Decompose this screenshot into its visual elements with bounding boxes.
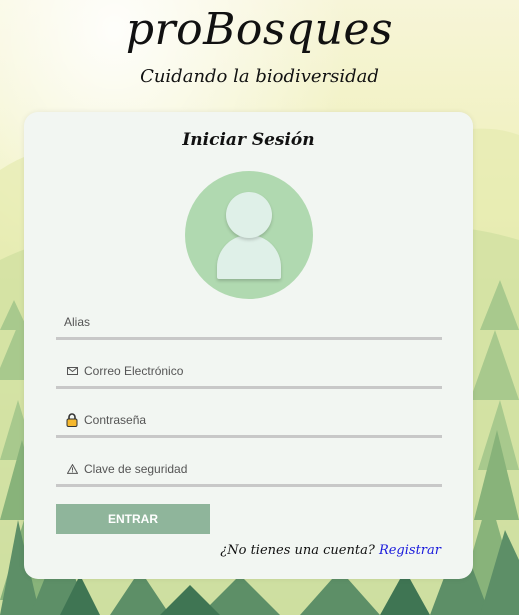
warning-icon bbox=[64, 464, 80, 474]
password-input[interactable] bbox=[84, 408, 442, 432]
brand-subtitle: Cuidando la biodiversidad bbox=[140, 66, 379, 87]
email-input[interactable] bbox=[84, 359, 442, 383]
brand-title: proBosques bbox=[125, 4, 394, 55]
alias-input[interactable] bbox=[56, 310, 442, 334]
envelope-icon bbox=[64, 367, 80, 375]
register-prompt: ¿No tienes una cuenta? Registrar bbox=[220, 543, 441, 558]
password-field-wrapper bbox=[56, 405, 442, 438]
no-account-text: ¿No tienes una cuenta? bbox=[220, 543, 375, 558]
security-key-field-wrapper bbox=[56, 454, 442, 487]
email-field-wrapper bbox=[56, 356, 442, 389]
alias-field-wrapper bbox=[56, 307, 442, 340]
avatar-head bbox=[226, 192, 272, 238]
lock-icon bbox=[64, 413, 80, 427]
login-title: Iniciar Sesión bbox=[182, 130, 315, 150]
avatar-body bbox=[217, 235, 281, 279]
avatar bbox=[185, 171, 313, 299]
register-link[interactable]: Registrar bbox=[379, 543, 441, 558]
submit-button[interactable]: ENTRAR bbox=[56, 504, 210, 534]
security-key-input[interactable] bbox=[84, 457, 442, 481]
login-card: Iniciar Sesión ENTRAR ¿No tienes una cue… bbox=[24, 112, 473, 579]
